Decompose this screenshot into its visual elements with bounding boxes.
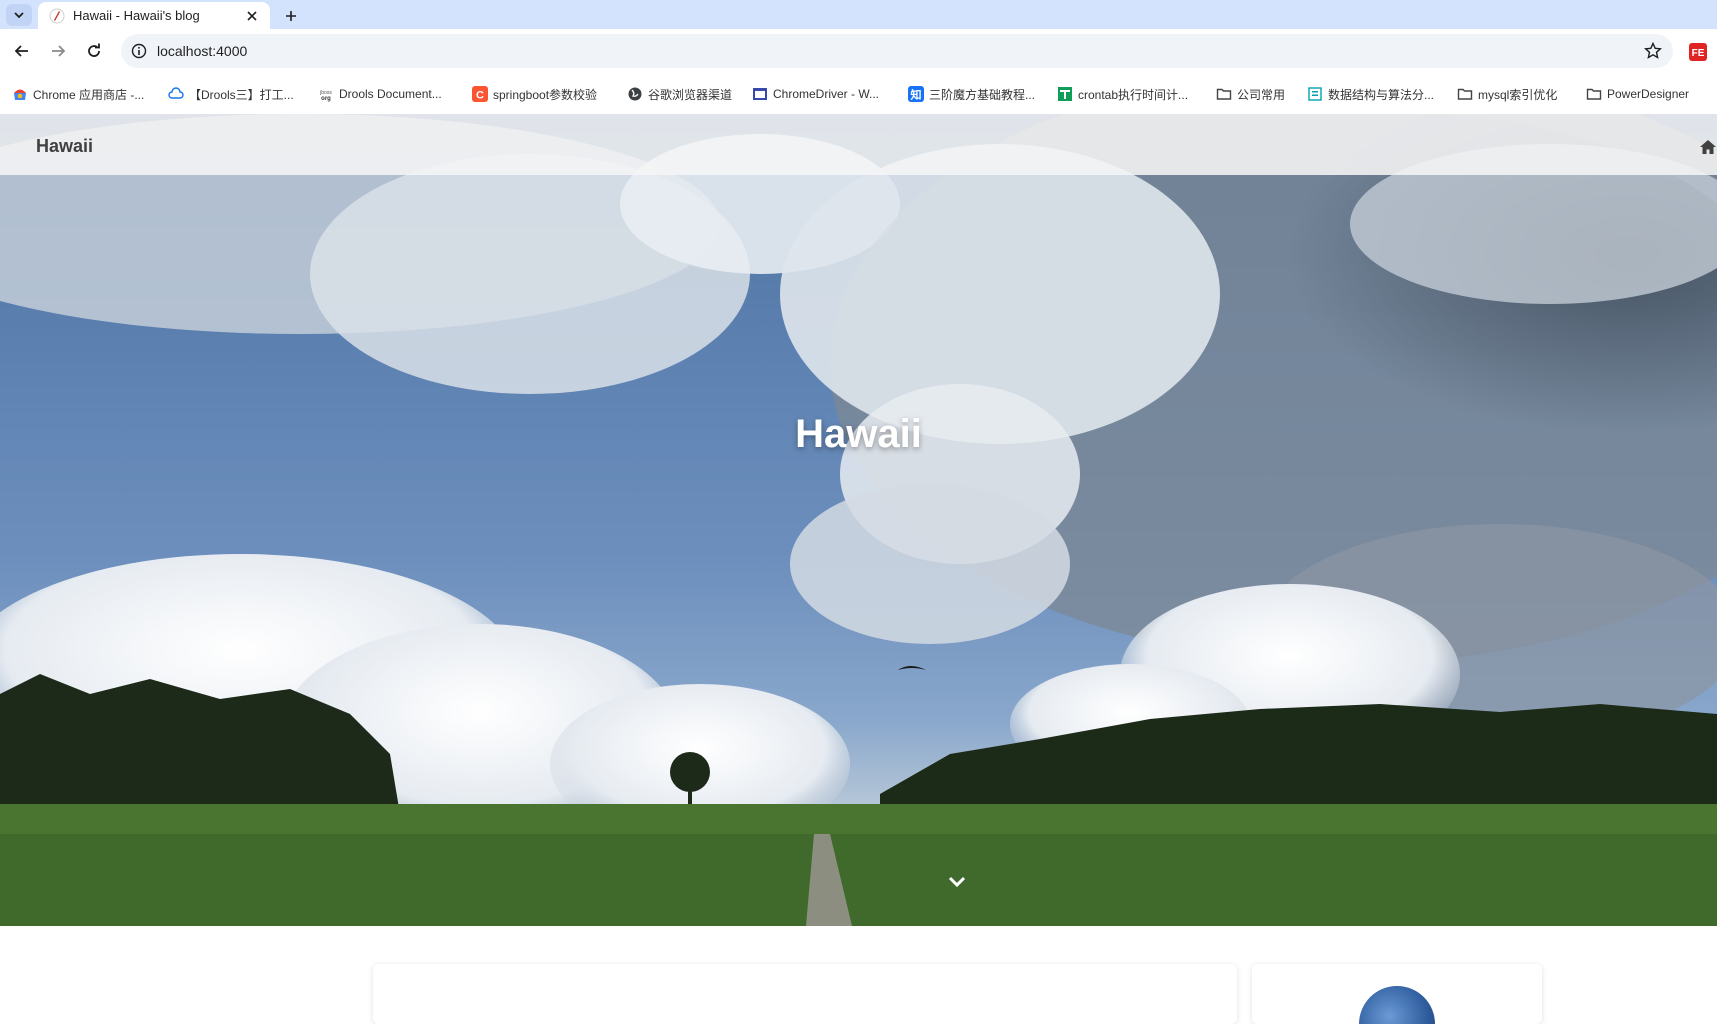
sidebar-profile-card xyxy=(1252,964,1542,1024)
bookmark-label: 公司常用 xyxy=(1237,87,1286,102)
svg-text:C: C xyxy=(476,90,484,102)
bookmark-label: springboot参数校验 xyxy=(493,87,598,102)
svg-text:org: org xyxy=(321,96,331,102)
forward-button[interactable] xyxy=(44,37,72,65)
bookmark-label: 谷歌浏览器渠道 xyxy=(648,87,733,102)
bookmark-item[interactable]: 公司常用 xyxy=(1216,84,1285,104)
bookmark-item[interactable]: 【Drools三】打工... xyxy=(168,84,294,104)
bookmarks-bar: Chrome 应用商店 -... 【Drools三】打工... jboss org… xyxy=(0,74,1717,115)
jekyll-favicon-icon xyxy=(49,8,65,24)
bookmark-item[interactable]: 数据结构与算法分... xyxy=(1307,84,1434,104)
bookmark-label: ChromeDriver - W... xyxy=(773,87,880,101)
site-info-icon[interactable] xyxy=(129,41,149,61)
tab-search-button[interactable] xyxy=(6,4,32,26)
bookmark-label: 三阶魔方基础教程... xyxy=(929,87,1036,102)
cloud-icon xyxy=(168,86,184,102)
home-icon[interactable] xyxy=(1699,138,1717,156)
back-button[interactable] xyxy=(8,37,36,65)
plus-icon xyxy=(286,11,296,21)
reload-button[interactable] xyxy=(80,37,108,65)
hero-landscape-image xyxy=(0,114,1717,926)
new-tab-button[interactable] xyxy=(280,5,302,27)
bookmark-item[interactable]: 谷歌浏览器渠道 xyxy=(627,84,732,104)
csdn-icon: C xyxy=(472,86,488,102)
bookmark-item[interactable]: 知 三阶魔方基础教程... xyxy=(908,84,1035,104)
tab-strip: Hawaii - Hawaii's blog xyxy=(0,0,1717,29)
hero-title: Hawaii xyxy=(795,412,922,456)
bookmark-label: Drools Document... xyxy=(339,87,442,101)
url-text[interactable]: localhost:4000 xyxy=(157,43,247,59)
svg-text:FE: FE xyxy=(1692,48,1705,59)
active-tab[interactable]: Hawaii - Hawaii's blog xyxy=(38,2,270,29)
folder-icon xyxy=(1457,86,1473,102)
svg-text:知: 知 xyxy=(910,88,922,102)
chevron-down-icon[interactable] xyxy=(947,874,967,890)
page-icon xyxy=(752,86,768,102)
book-icon xyxy=(1307,86,1323,102)
folder-icon xyxy=(1216,86,1232,102)
bookmark-star-icon[interactable] xyxy=(1641,39,1665,63)
reload-icon xyxy=(88,43,100,57)
address-bar[interactable]: localhost:4000 xyxy=(121,34,1673,68)
chrome-webstore-icon xyxy=(12,86,28,102)
chevron-down-icon xyxy=(14,12,24,19)
post-list-card xyxy=(373,964,1237,1024)
hero-banner xyxy=(0,114,1717,926)
globe-icon xyxy=(627,86,643,102)
bookmark-item[interactable]: jboss org Drools Document... xyxy=(318,84,442,104)
bookmark-label: PowerDesigner xyxy=(1607,87,1690,101)
bookmark-label: Chrome 应用商店 -... xyxy=(33,87,145,102)
table-icon xyxy=(1057,86,1073,102)
tab-title: Hawaii - Hawaii's blog xyxy=(73,8,200,23)
bookmark-label: mysql索引优化 xyxy=(1478,87,1558,102)
bookmark-item[interactable]: C springboot参数校验 xyxy=(472,84,597,104)
bookmark-item[interactable]: mysql索引优化 xyxy=(1457,84,1557,104)
site-brand-link[interactable]: Hawaii xyxy=(36,136,93,157)
close-tab-icon[interactable] xyxy=(242,6,262,26)
bookmark-label: 数据结构与算法分... xyxy=(1328,87,1435,102)
bookmark-item[interactable]: PowerDesigner xyxy=(1586,84,1689,104)
folder-icon xyxy=(1586,86,1602,102)
jboss-icon: jboss org xyxy=(318,86,334,102)
bookmark-item[interactable]: crontab执行时间计... xyxy=(1057,84,1188,104)
site-navbar: Hawaii xyxy=(0,114,1717,175)
zhihu-icon: 知 xyxy=(908,86,924,102)
bookmark-label: crontab执行时间计... xyxy=(1078,87,1189,102)
arrow-right-icon xyxy=(52,45,66,57)
avatar[interactable] xyxy=(1359,986,1435,1024)
arrow-left-icon xyxy=(14,45,28,57)
extension-fe-icon[interactable]: FE xyxy=(1689,43,1707,61)
bookmark-label: 【Drools三】打工... xyxy=(189,87,294,102)
browser-toolbar: localhost:4000 FE xyxy=(0,29,1717,74)
bookmark-item[interactable]: ChromeDriver - W... xyxy=(752,84,879,104)
bookmark-item[interactable]: Chrome 应用商店 -... xyxy=(12,84,144,104)
